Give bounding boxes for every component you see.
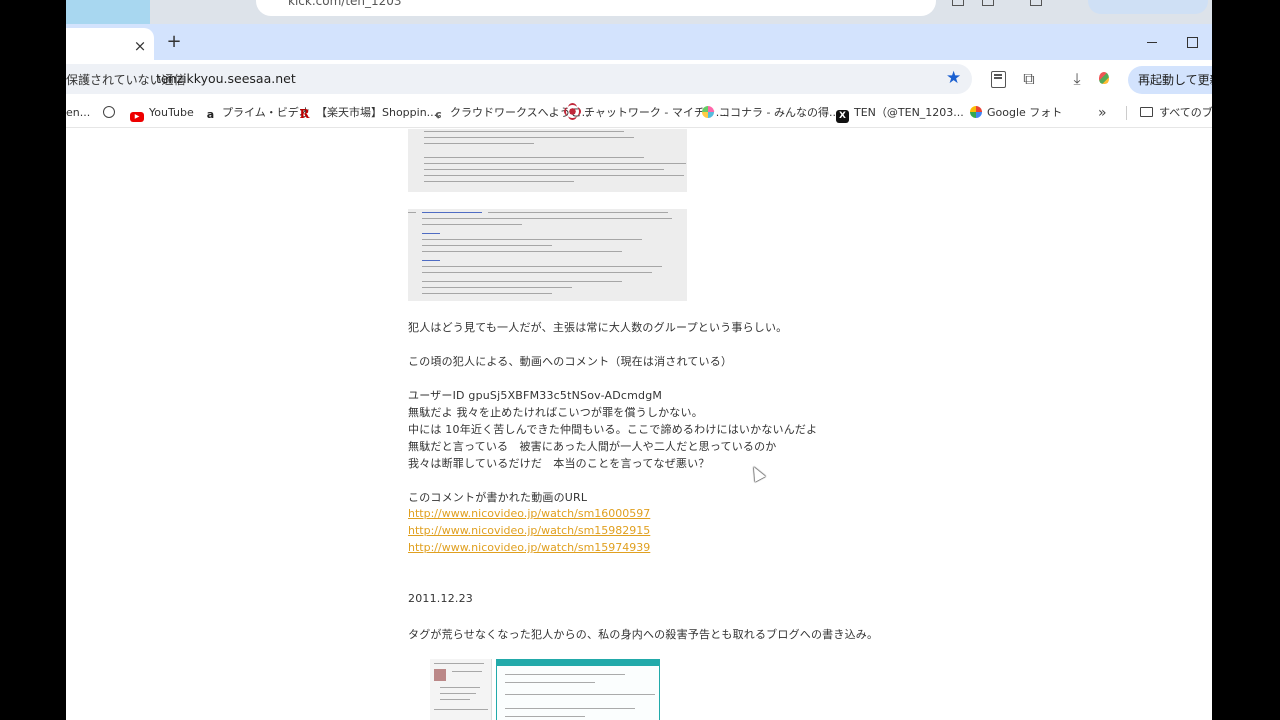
screen: kick.com/ten_1203 × + 保護されていない通信 tenzikk… — [0, 0, 1280, 720]
extensions-icon[interactable]: ⧉ — [1020, 70, 1038, 88]
download-icon[interactable]: ⤓ — [1068, 70, 1086, 88]
comment-line: 中には 10年近く苦しんできた仲間もいる。ここで諦めるわけにはいかないんだよ — [408, 423, 818, 436]
article-paragraph: この頃の犯人による、動画へのコメント（現在は消されている） — [408, 355, 733, 368]
background-download-icon — [1030, 0, 1042, 6]
coconala-icon — [702, 106, 714, 118]
comment-line: 我々は断罪しているだけだ 本当のことを言ってなぜ悪い？ — [408, 457, 710, 470]
google-photos-icon — [970, 106, 982, 118]
background-relaunch-button — [1088, 0, 1208, 14]
embedded-screenshot — [408, 209, 687, 301]
comment-line: 無駄だと言っている 被害にあった人間が一人や二人だと思っているのか — [408, 440, 777, 453]
article-paragraph: このコメントが書かれた動画のURL — [408, 491, 588, 504]
background-window-strip: kick.com/ten_1203 — [66, 0, 1212, 24]
bookmarks-overflow-icon[interactable]: » — [1098, 104, 1107, 122]
rakuten-icon: R — [299, 107, 310, 121]
comment-line: 無駄だよ 我々を止めたければこいつが罪を償うしかない。 — [408, 406, 703, 419]
reading-list-icon[interactable] — [989, 70, 1007, 88]
bookmark-item[interactable] — [103, 104, 120, 122]
bookmark-star-icon[interactable]: ★ — [946, 68, 961, 88]
video-link[interactable]: http://www.nicovideo.jp/watch/sm15974939 — [408, 541, 650, 554]
article-paragraph: 犯人はどう見ても一人だが、主張は常に大人数のグループという事らしい。 — [408, 321, 788, 334]
all-bookmarks-button[interactable]: すべてのブッ — [1140, 104, 1212, 122]
mouse-cursor-icon — [748, 464, 766, 482]
profile-icon[interactable] — [1096, 70, 1114, 88]
maximize-icon[interactable] — [1182, 32, 1202, 52]
page-content: 犯人はどう見ても一人だが、主張は常に大人数のグループという事らしい。 この頃の犯… — [66, 129, 1212, 720]
bookmark-item-coconala[interactable]: ココナラ - みんなの得... — [702, 104, 839, 122]
crowdworks-icon: ɕ — [435, 108, 442, 121]
video-link[interactable]: http://www.nicovideo.jp/watch/sm15982915 — [408, 524, 650, 537]
minimize-icon[interactable] — [1142, 32, 1162, 52]
url-text[interactable]: tenzikkyou.seesaa.net — [156, 71, 296, 86]
embedded-screenshot — [430, 659, 660, 720]
chatwork-icon — [566, 105, 579, 118]
toolbar: 保護されていない通信 tenzikkyou.seesaa.net ★ ⧉ ⤓ 再… — [66, 60, 1212, 98]
background-url: kick.com/ten_1203 — [288, 0, 402, 8]
globe-icon — [103, 106, 115, 118]
x-icon: X — [836, 110, 849, 123]
tab-close-icon[interactable]: × — [132, 38, 148, 54]
all-bookmarks-label: すべてのブッ — [1159, 106, 1212, 119]
bookmarks-divider — [1126, 106, 1127, 120]
new-tab-button[interactable]: + — [164, 32, 184, 52]
folder-icon — [1140, 107, 1153, 117]
article-paragraph: タグが荒らせなくなった犯人からの、私の身内への殺害予告とも取れるブログへの書き込… — [408, 628, 879, 641]
bookmark-label: プライム・ビデオ — [222, 106, 310, 119]
bookmark-item-prime-video[interactable]: a プライム・ビデオ — [204, 104, 310, 122]
bookmark-label: en... — [66, 106, 91, 119]
bookmark-item-youtube[interactable]: ▶ YouTube — [130, 104, 194, 122]
background-tab — [66, 0, 150, 24]
bookmark-label: TEN（@TEN_1203... — [854, 106, 964, 119]
bookmark-label: YouTube — [149, 106, 194, 119]
youtube-icon: ▶ — [130, 112, 144, 122]
embedded-screenshot — [408, 129, 687, 192]
relaunch-button[interactable]: 再起動して更新す — [1128, 66, 1212, 94]
bookmarks-bar: en... ▶ YouTube a プライム・ビデオ R 【楽天市場】Shoppin.… — [66, 98, 1212, 128]
bookmark-label: Google フォト — [987, 106, 1063, 119]
comment-user-id: ユーザーID gpuSj5XBFM33c5tNSov-ADcmdgM — [408, 389, 663, 402]
bookmark-label: 【楽天市場】Shoppin... — [316, 106, 438, 119]
bookmark-label: ココナラ - みんなの得... — [719, 106, 840, 119]
tab-active[interactable]: × — [66, 28, 154, 60]
browser-window: kick.com/ten_1203 × + 保護されていない通信 tenzikk… — [66, 0, 1212, 720]
amazon-icon: a — [206, 108, 215, 121]
background-extension-icon — [982, 0, 994, 6]
bookmark-item-rakuten[interactable]: R 【楽天市場】Shoppin... — [298, 104, 438, 122]
video-link[interactable]: http://www.nicovideo.jp/watch/sm16000597 — [408, 507, 650, 520]
background-reading-icon — [952, 0, 964, 6]
post-date: 2011.12.23 — [408, 592, 473, 605]
bookmark-item-google-photos[interactable]: Google フォト — [970, 104, 1062, 122]
bookmark-item[interactable]: en... — [66, 104, 90, 122]
tab-strip: × + — [66, 24, 1212, 60]
bookmark-item-x[interactable]: X TEN（@TEN_1203... — [836, 104, 964, 123]
